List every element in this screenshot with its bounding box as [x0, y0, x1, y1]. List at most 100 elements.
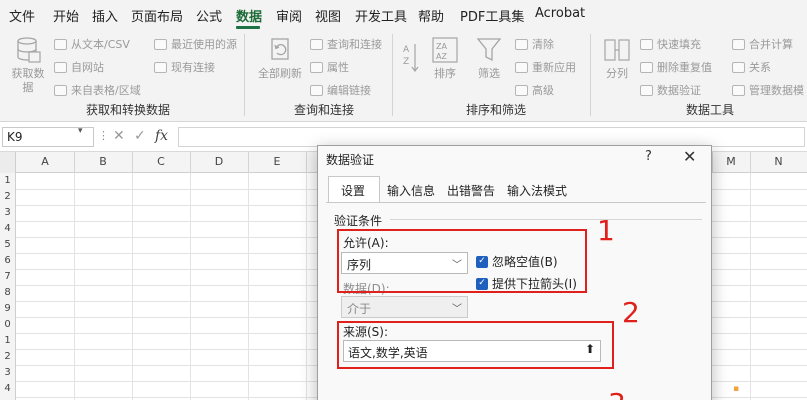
tab-strip-divider: [326, 202, 706, 203]
tab-settings[interactable]: 设置: [341, 182, 365, 199]
row-header[interactable]: 6: [0, 253, 16, 269]
consolidate-icon: [732, 38, 745, 50]
active-tab-indicator: [236, 26, 260, 29]
column-header-n[interactable]: N: [750, 155, 807, 168]
menu-review[interactable]: 审阅: [276, 6, 302, 25]
row-header[interactable]: 8: [0, 285, 16, 301]
text-to-columns-button[interactable]: 分列: [600, 36, 634, 81]
annotation-box-2: [337, 321, 614, 369]
column-header-d[interactable]: D: [190, 155, 248, 168]
tab-error-alert[interactable]: 出错警告: [447, 182, 495, 199]
remove-duplicates-button[interactable]: 删除重复值: [640, 59, 712, 75]
group-label-data-tools: 数据工具: [686, 103, 735, 117]
tab-input-message[interactable]: 输入信息: [387, 182, 435, 199]
insert-function-icon[interactable]: fx: [155, 128, 168, 144]
manage-data-model-button[interactable]: 管理数据模: [732, 82, 806, 98]
enter-icon[interactable]: ✓: [134, 128, 146, 144]
refresh-icon: [271, 38, 289, 60]
menu-insert[interactable]: 插入: [92, 6, 118, 25]
link-icon: [310, 84, 323, 96]
formula-input[interactable]: [178, 127, 805, 147]
row-header[interactable]: 7: [0, 269, 16, 285]
sort-az-button[interactable]: A Z: [400, 40, 422, 79]
row-header[interactable]: 2: [0, 349, 16, 365]
row-header[interactable]: 3: [0, 205, 16, 221]
refresh-all-button[interactable]: 全部刷新: [256, 36, 304, 81]
section-divider: [390, 219, 702, 220]
tab-ime-mode[interactable]: 输入法模式: [507, 182, 567, 199]
table-icon: [54, 84, 67, 96]
clear-filter-icon: [515, 38, 528, 50]
recent-sources-button[interactable]: 最近使用的源: [154, 36, 237, 52]
grid-line: [306, 173, 307, 400]
relationships-icon: [732, 61, 745, 73]
column-header-b[interactable]: B: [74, 155, 132, 168]
advanced-filter-icon: [515, 84, 528, 96]
row-header[interactable]: 9: [0, 301, 16, 317]
sort-dialog-icon: ZA AZ: [432, 37, 458, 63]
group-label-get-data: 获取和转换数据: [86, 103, 171, 117]
sort-button[interactable]: ZA AZ 排序: [430, 36, 460, 81]
relationships-button[interactable]: 关系: [732, 59, 771, 75]
consolidate-button[interactable]: 合并计算: [732, 36, 793, 52]
help-icon[interactable]: ?: [645, 149, 652, 164]
clear-filter-button[interactable]: 清除: [515, 36, 554, 52]
menu-file[interactable]: 文件: [9, 6, 35, 25]
get-data-label-1: 获取数: [11, 67, 45, 80]
filter-button[interactable]: 筛选: [474, 36, 504, 81]
cell-marker-icon: ▪: [733, 384, 740, 394]
annotation-number-3: 3: [608, 387, 626, 400]
reapply-icon: [515, 61, 528, 73]
column-header-e[interactable]: E: [248, 155, 306, 168]
row-header[interactable]: 3: [0, 365, 16, 381]
row-header[interactable]: 4: [0, 381, 16, 400]
data-select-value: 介于: [347, 302, 372, 316]
web-icon: [54, 61, 67, 73]
menu-help[interactable]: 帮助: [418, 6, 444, 25]
menu-pdf-tools[interactable]: PDF工具集: [460, 6, 524, 25]
row-header[interactable]: 4: [0, 221, 16, 237]
data-validation-button[interactable]: 数据验证: [640, 82, 701, 98]
close-icon[interactable]: ✕: [683, 147, 696, 166]
row-header[interactable]: 2: [0, 189, 16, 205]
flash-fill-button[interactable]: 快速填充: [640, 36, 701, 52]
get-data-button[interactable]: 获取数 据: [8, 36, 48, 95]
menu-view[interactable]: 视图: [315, 6, 341, 25]
queries-connections-button[interactable]: 查询和连接: [310, 36, 382, 52]
cancel-icon[interactable]: ✕: [113, 128, 125, 144]
edit-links-button[interactable]: 编辑链接: [310, 82, 371, 98]
properties-button[interactable]: 属性: [310, 59, 349, 75]
chevron-down-icon: ﹀: [452, 304, 462, 315]
name-box-dropdown-icon[interactable]: ▾: [78, 126, 83, 136]
from-web-button[interactable]: 自网站: [54, 59, 104, 75]
filter-icon: [476, 38, 502, 62]
column-header-m[interactable]: M: [712, 155, 750, 168]
existing-connections-button[interactable]: 现有连接: [154, 59, 215, 75]
from-text-csv-button[interactable]: 从文本/CSV: [54, 36, 130, 52]
menu-formulas[interactable]: 公式: [196, 6, 222, 25]
menu-acrobat[interactable]: Acrobat: [535, 6, 585, 21]
menu-home[interactable]: 开始: [53, 6, 79, 25]
advanced-filter-button[interactable]: 高级: [515, 82, 554, 98]
column-header-a[interactable]: A: [16, 155, 74, 168]
filter-label: 筛选: [478, 67, 500, 80]
data-select: 介于 ﹀: [341, 296, 468, 318]
column-header-c[interactable]: C: [132, 155, 190, 168]
dialog-title: 数据验证: [326, 153, 375, 167]
text-to-columns-label: 分列: [606, 67, 628, 80]
menu-developer[interactable]: 开发工具: [355, 6, 407, 25]
row-header[interactable]: 1: [0, 333, 16, 349]
menu-data[interactable]: 数据: [236, 6, 262, 25]
column-divider: [306, 152, 307, 173]
text-file-icon: [54, 38, 67, 50]
select-all-corner[interactable]: [0, 152, 16, 173]
group-label-sort-filter: 排序和筛选: [466, 103, 527, 117]
row-header[interactable]: 0: [0, 317, 16, 333]
row-header[interactable]: 1: [0, 173, 16, 189]
reapply-button[interactable]: 重新应用: [515, 59, 576, 75]
from-table-button[interactable]: 来自表格/区域: [54, 82, 141, 98]
menu-page-layout[interactable]: 页面布局: [131, 6, 183, 25]
row-header[interactable]: 5: [0, 237, 16, 253]
ribbon: 获取数 据 从文本/CSV 自网站 来自表格/区域 最近使用的源 现有连接 获取…: [0, 30, 807, 122]
svg-text:Z: Z: [403, 57, 409, 67]
